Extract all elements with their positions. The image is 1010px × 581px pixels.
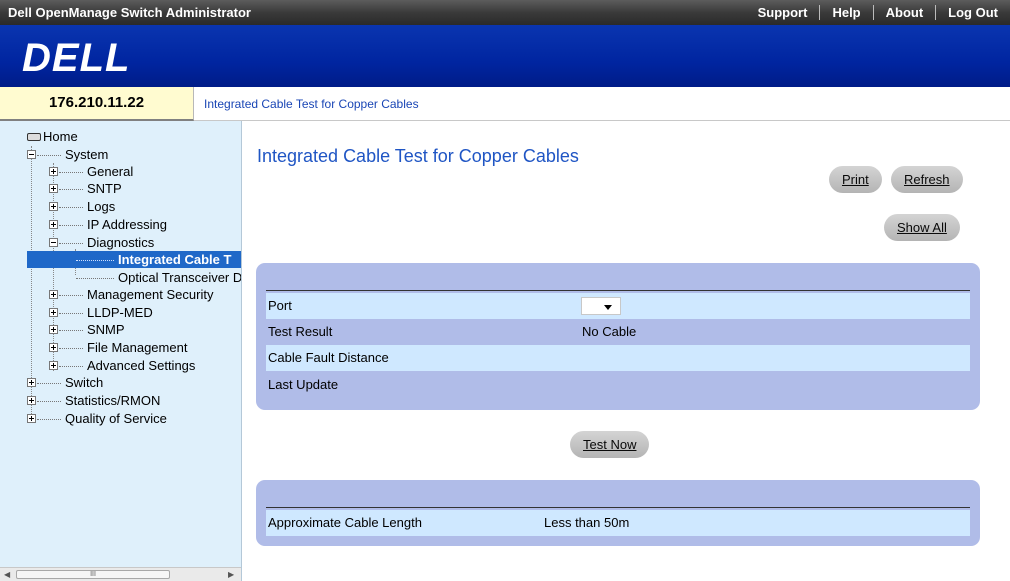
tree-item-integrated-cable-test[interactable]: Integrated Cable T	[27, 251, 241, 268]
scrollbar-thumb[interactable]: III	[16, 570, 170, 579]
tree-item-lldp-med[interactable]: LLDP-MED	[49, 304, 153, 321]
cable-length-row: Approximate Cable Length Less than 50m	[266, 510, 970, 536]
test-result-value: No Cable	[582, 324, 637, 339]
dell-logo: DELL	[22, 36, 131, 80]
top-bar: Dell OpenManage Switch Administrator Sup…	[0, 0, 1010, 25]
refresh-button[interactable]: Refresh	[891, 166, 963, 193]
sidebar-tree: Home System General SNTP Logs IP Address…	[0, 121, 242, 581]
test-result-row: Test Result No Cable	[266, 319, 970, 345]
expand-icon[interactable]	[27, 378, 36, 388]
ip-bar: 176.210.11.22 Integrated Cable Test for …	[0, 87, 1010, 121]
show-all-button[interactable]: Show All	[884, 214, 960, 241]
app-title: Dell OpenManage Switch Administrator	[8, 5, 251, 20]
expand-icon[interactable]	[49, 202, 58, 212]
tree-item-statistics-rmon[interactable]: Statistics/RMON	[27, 392, 160, 409]
tree-item-general[interactable]: General	[49, 163, 133, 180]
help-link[interactable]: Help	[820, 5, 872, 20]
tree-item-advanced-settings[interactable]: Advanced Settings	[49, 357, 195, 374]
expand-icon[interactable]	[49, 325, 58, 335]
fault-distance-row: Cable Fault Distance	[266, 345, 970, 371]
cable-length-label: Approximate Cable Length	[268, 515, 422, 530]
tree-item-sntp[interactable]: SNTP	[49, 180, 122, 197]
tree-item-snmp[interactable]: SNMP	[49, 321, 125, 338]
tree-item-file-management[interactable]: File Management	[49, 339, 187, 356]
divider	[266, 290, 970, 291]
collapse-icon[interactable]	[49, 238, 58, 248]
divider	[266, 507, 970, 508]
expand-icon[interactable]	[49, 167, 58, 177]
last-update-label: Last Update	[268, 377, 339, 392]
logout-link[interactable]: Log Out	[936, 5, 1010, 20]
cable-test-panel: Port Test Result No Cable Cable Fault Di…	[256, 263, 980, 410]
tree-item-diagnostics[interactable]: Diagnostics	[49, 234, 154, 251]
expand-icon[interactable]	[49, 361, 58, 371]
print-button[interactable]: Print	[829, 166, 882, 193]
port-row: Port	[266, 293, 970, 319]
page-title: Integrated Cable Test for Copper Cables	[257, 146, 579, 166]
scroll-right-icon[interactable]: ▶	[228, 570, 234, 579]
expand-icon[interactable]	[49, 343, 58, 353]
tree-item-management-security[interactable]: Management Security	[49, 286, 213, 303]
expand-icon[interactable]	[27, 414, 36, 424]
dropdown-caret-icon	[604, 305, 612, 310]
fault-distance-label: Cable Fault Distance	[268, 350, 389, 365]
test-result-label: Test Result	[268, 324, 333, 339]
tree-item-quality-of-service[interactable]: Quality of Service	[27, 410, 167, 427]
support-link[interactable]: Support	[746, 5, 820, 20]
tree-item-logs[interactable]: Logs	[49, 198, 115, 215]
top-links: Support Help About Log Out	[746, 0, 1010, 25]
scroll-left-icon[interactable]: ◀	[4, 570, 10, 579]
tree-item-system[interactable]: System	[27, 146, 108, 163]
port-select[interactable]	[581, 297, 621, 315]
tree-item-switch[interactable]: Switch	[27, 374, 103, 391]
about-link[interactable]: About	[874, 5, 936, 20]
expand-icon[interactable]	[49, 220, 58, 230]
device-ip: 176.210.11.22	[0, 87, 194, 121]
tree-item-ip-addressing[interactable]: IP Addressing	[49, 216, 167, 233]
expand-icon[interactable]	[27, 396, 36, 406]
expand-icon[interactable]	[49, 184, 58, 194]
expand-icon[interactable]	[49, 290, 58, 300]
cable-length-value: Less than 50m	[544, 515, 630, 530]
tree-item-optical-transceiver[interactable]: Optical Transceiver D	[75, 269, 241, 286]
breadcrumb: Integrated Cable Test for Copper Cables	[204, 97, 419, 111]
expand-icon[interactable]	[49, 308, 58, 318]
tree-item-home[interactable]: Home	[27, 128, 78, 145]
main-content: Integrated Cable Test for Copper Cables …	[243, 121, 1010, 581]
last-update-row: Last Update	[266, 372, 970, 398]
hard-drive-icon	[27, 132, 41, 141]
collapse-icon[interactable]	[27, 150, 36, 160]
cable-length-panel: Approximate Cable Length Less than 50m	[256, 480, 980, 546]
brand-banner: DELL	[0, 25, 1010, 87]
port-label: Port	[268, 298, 292, 313]
test-now-button[interactable]: Test Now	[570, 431, 650, 458]
sidebar-horizontal-scrollbar[interactable]: ◀ III ▶	[0, 567, 241, 581]
